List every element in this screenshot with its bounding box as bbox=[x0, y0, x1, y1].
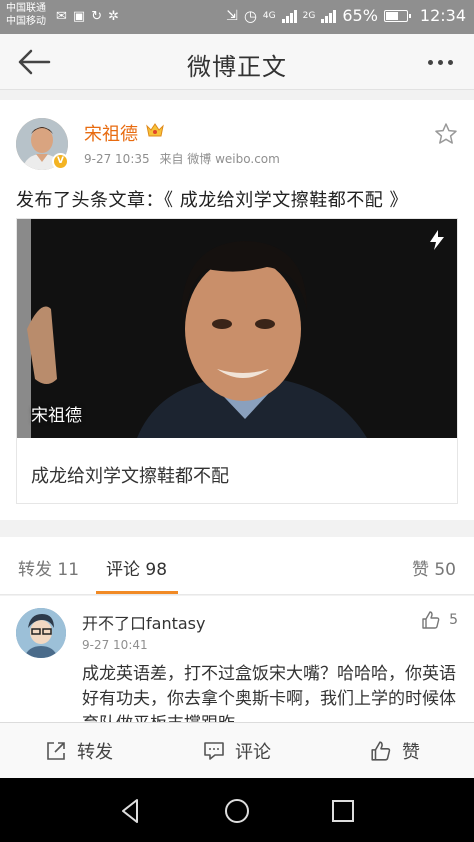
post-text: 发布了头条文章：《 成龙给刘学文擦鞋都不配 》 bbox=[16, 190, 408, 211]
alarm-icon: ◷ bbox=[243, 6, 257, 25]
comment-icon bbox=[204, 742, 224, 760]
tab-bar: 转发 11 评论 98 赞 50 bbox=[0, 537, 474, 595]
article-image: 宋祖德 bbox=[17, 219, 457, 438]
nav-bar: 微博正文 bbox=[0, 34, 474, 90]
comment-time: 9-27 10:41 bbox=[82, 638, 148, 652]
status-right: ⇲ ◷ 4G 2G 65% 12:34 bbox=[226, 6, 466, 25]
vibrate-icon: ⇲ bbox=[226, 7, 238, 24]
system-recents-icon[interactable] bbox=[328, 796, 358, 826]
like-label: 赞 bbox=[402, 742, 420, 763]
notification-icons: ✉ ▣ ↻ ✲ bbox=[56, 9, 119, 24]
comment-text: 成龙英语差，打不过盒饭宋大嘴？哈哈哈，你英语好有功夫，你去拿个奥斯卡啊，我们上学… bbox=[82, 664, 456, 722]
tab-repost[interactable]: 转发 11 bbox=[18, 555, 79, 580]
clock: 12:34 bbox=[419, 6, 466, 25]
comment-button[interactable]: 评论 bbox=[158, 723, 316, 779]
more-dot-icon bbox=[447, 59, 453, 65]
repost-button[interactable]: 转发 bbox=[0, 723, 158, 779]
commenter-avatar-image bbox=[16, 608, 66, 658]
signal-icon-2 bbox=[321, 9, 337, 23]
comment-like-button[interactable]: 5 bbox=[421, 610, 458, 630]
network-type-2: 2G bbox=[302, 10, 316, 21]
comment-label: 评论 bbox=[235, 742, 271, 763]
star-icon[interactable] bbox=[434, 122, 458, 146]
commenter-name[interactable]: 开不了口fantasy bbox=[82, 610, 205, 634]
screen: 中国联通 中国移动 ✉ ▣ ↻ ✲ ⇲ ◷ 4G 2G 65% 12:34 微博… bbox=[0, 0, 474, 842]
article-title: 成龙给刘学文擦鞋都不配 bbox=[31, 466, 229, 487]
battery-icon bbox=[383, 9, 411, 22]
page-title: 微博正文 bbox=[187, 53, 287, 81]
thumbs-up-icon bbox=[371, 741, 391, 761]
settings-icon: ✲ bbox=[108, 9, 120, 24]
signal-icon bbox=[281, 9, 297, 23]
network-type: 4G bbox=[262, 10, 276, 21]
system-home-icon[interactable] bbox=[222, 796, 252, 826]
comment-like-count: 5 bbox=[449, 612, 458, 628]
battery-fill bbox=[385, 11, 399, 20]
carrier-1: 中国联通 bbox=[6, 3, 46, 14]
verified-badge: V bbox=[52, 153, 69, 170]
author-name[interactable]: 宋祖德 bbox=[84, 120, 138, 146]
article-card[interactable]: 宋祖德 成龙给刘学文擦鞋都不配 bbox=[16, 218, 458, 504]
post-source: 来自 微博 weibo.com bbox=[159, 152, 280, 166]
post-meta: 9-27 10:35 来自 微博 weibo.com bbox=[84, 150, 286, 167]
vip-crown-icon bbox=[146, 123, 164, 137]
lightning-icon bbox=[430, 230, 444, 250]
more-button[interactable] bbox=[422, 47, 458, 77]
repost-label: 转发 bbox=[77, 742, 113, 763]
action-bar: 转发 评论 赞 bbox=[0, 722, 474, 778]
tab-like[interactable]: 赞 50 bbox=[412, 555, 456, 580]
more-dot-icon bbox=[427, 59, 433, 65]
status-bar: 中国联通 中国移动 ✉ ▣ ↻ ✲ ⇲ ◷ 4G 2G 65% 12:34 bbox=[0, 0, 474, 34]
carrier-info: 中国联通 中国移动 bbox=[6, 2, 46, 28]
wechat-icon: ✉ bbox=[56, 9, 67, 24]
battery-percent: 65% bbox=[342, 6, 378, 25]
sync-icon: ↻ bbox=[91, 9, 103, 24]
image-caption: 宋祖德 bbox=[31, 406, 82, 426]
portrait-image bbox=[17, 219, 457, 438]
like-button[interactable]: 赞 bbox=[316, 723, 474, 779]
post-card: V 宋祖德 9-27 10:35 来自 微博 weibo.com 发布了头条文章… bbox=[0, 100, 474, 520]
carrier-2: 中国移动 bbox=[6, 16, 46, 27]
image-icon: ▣ bbox=[72, 9, 86, 24]
tab-active-indicator bbox=[96, 591, 178, 594]
system-back-icon[interactable] bbox=[116, 796, 146, 826]
comment-item: 开不了口fantasy 9-27 10:41 5 成龙英语差，打不过盒饭宋大嘴？… bbox=[0, 596, 474, 722]
more-dot-icon bbox=[437, 59, 443, 65]
post-time: 9-27 10:35 bbox=[84, 152, 150, 166]
system-nav-bar bbox=[0, 778, 474, 842]
thumbs-up-icon bbox=[422, 611, 440, 629]
share-icon bbox=[47, 742, 65, 760]
commenter-avatar[interactable] bbox=[16, 608, 66, 658]
tab-comment[interactable]: 评论 98 bbox=[106, 555, 167, 580]
